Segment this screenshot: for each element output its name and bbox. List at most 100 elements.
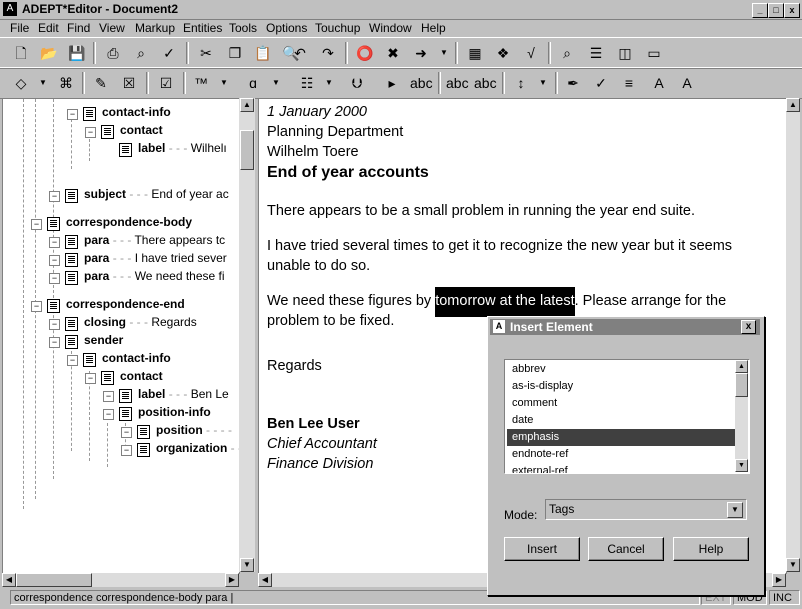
letter-date[interactable]: 1 January 2000 (267, 102, 367, 122)
collapse-toggle[interactable]: − (121, 445, 132, 456)
app-icon[interactable]: A (3, 2, 17, 16)
sender-organization[interactable]: Finance Division (267, 454, 373, 474)
scroll-thumb[interactable] (16, 573, 92, 587)
list-item[interactable]: comment (507, 395, 735, 412)
scroll-right-icon[interactable]: ▶ (225, 573, 239, 587)
tag-remove-icon[interactable]: ✖ (382, 42, 404, 64)
paste-icon[interactable]: 📋 (252, 42, 274, 64)
format-icon[interactable]: ≡ (618, 72, 640, 94)
document-view-icon[interactable]: ☰ (585, 42, 607, 64)
sender-position[interactable]: Chief Accountant (267, 434, 377, 454)
open-folder-icon[interactable]: 📂 (38, 42, 60, 64)
font-grow-icon[interactable]: A (648, 72, 670, 94)
graphic-icon[interactable]: ❖ (492, 42, 514, 64)
tree-node-para[interactable]: para - - - I have tried sever (84, 250, 227, 266)
checkbox-icon[interactable]: ☑ (155, 72, 177, 94)
collapse-toggle[interactable]: − (49, 273, 60, 284)
menu-options[interactable]: Options (266, 21, 307, 35)
letter-subject[interactable]: End of year accounts (267, 163, 429, 183)
validate-icon[interactable]: ⌘ (55, 72, 77, 94)
collapse-toggle[interactable]: − (121, 427, 132, 438)
entity-icon[interactable]: ™ (190, 72, 212, 94)
tree-node-label[interactable]: label - - - Wilhelı (138, 140, 227, 156)
tree-node-label[interactable]: label - - - Ben Le (138, 386, 229, 402)
letter-closing[interactable]: Regards (267, 356, 322, 376)
collapse-toggle[interactable]: − (67, 355, 78, 366)
spellcheck-icon[interactable]: ✓ (158, 42, 180, 64)
tag-view-icon[interactable]: ▭ (643, 42, 665, 64)
tree-node-closing[interactable]: closing - - - Regards (84, 314, 197, 330)
tree-node-sender[interactable]: sender (84, 332, 123, 348)
scroll-right-icon[interactable]: ▶ (772, 573, 786, 587)
collapse-toggle[interactable]: − (103, 409, 114, 420)
pencil-tag-icon[interactable]: ✎ (90, 72, 112, 94)
element-list[interactable]: abbrev as-is-display comment date emphas… (504, 359, 750, 474)
clear-icon[interactable]: ☒ (118, 72, 140, 94)
list-item-selected[interactable]: emphasis (507, 429, 735, 446)
redo-icon[interactable]: ↷ (317, 42, 339, 64)
tree-horizontal-scrollbar[interactable]: ◀ ▶ (2, 573, 239, 587)
selected-text[interactable]: tomorrow at the latest (435, 287, 575, 317)
tree-node-organization[interactable]: organization - - - (156, 440, 239, 456)
dialog-title-bar[interactable]: A Insert Element x (490, 319, 760, 335)
table-icon[interactable]: ▦ (464, 42, 486, 64)
close-button[interactable]: x (784, 3, 800, 18)
menu-markup[interactable]: Markup (135, 21, 175, 35)
collapse-toggle[interactable]: − (31, 219, 42, 230)
print-icon[interactable]: ⎙ (102, 42, 124, 64)
insert-marker-icon[interactable]: ▸ (381, 72, 403, 94)
menu-window[interactable]: Window (369, 21, 412, 35)
new-document-icon[interactable]: 🗋 (10, 42, 32, 64)
font-shrink-icon[interactable]: A (676, 72, 698, 94)
line-spacing-dropdown-icon[interactable]: ▼ (538, 72, 548, 94)
scroll-thumb[interactable] (240, 130, 254, 170)
collapse-toggle[interactable]: − (49, 237, 60, 248)
spell-abc-icon[interactable]: abc (446, 72, 469, 94)
list-item[interactable]: abbrev (507, 361, 735, 378)
collapse-toggle[interactable]: − (103, 391, 114, 402)
menu-file[interactable]: File (10, 21, 29, 35)
collapse-toggle[interactable]: − (49, 255, 60, 266)
copy-icon[interactable]: ❐ (224, 42, 246, 64)
split-view-icon[interactable]: ◫ (614, 42, 636, 64)
document-stack-icon[interactable]: ☷ (296, 72, 318, 94)
tree-node-correspondence-end[interactable]: correspondence-end (66, 296, 185, 312)
tree-node-para[interactable]: para - - - There appears tc (84, 232, 225, 248)
text-case-dropdown-icon[interactable]: ▼ (271, 72, 281, 94)
letter-department[interactable]: Planning Department (267, 122, 403, 142)
line-spacing-icon[interactable]: ↕ (510, 72, 532, 94)
list-item[interactable]: as-is-display (507, 378, 735, 395)
undo-icon[interactable]: ↶ (289, 42, 311, 64)
scroll-down-icon[interactable]: ▼ (735, 459, 748, 472)
sender-name[interactable]: Ben Lee User (267, 414, 360, 434)
menu-help[interactable]: Help (421, 21, 446, 35)
tree-node-position-info[interactable]: position-info (138, 404, 211, 420)
dialog-close-button[interactable]: x (741, 320, 756, 334)
tag-insert-icon[interactable]: ⭕ (354, 42, 376, 64)
tree-node-contact[interactable]: contact (120, 368, 163, 384)
scroll-up-icon[interactable]: ▲ (735, 360, 748, 373)
collapse-toggle[interactable]: − (85, 373, 96, 384)
preview-icon[interactable]: ⌕ (130, 42, 152, 64)
abc-block-icon[interactable]: abc (410, 72, 433, 94)
scroll-thumb[interactable] (735, 373, 748, 397)
mode-select[interactable]: Tags ▼ (545, 499, 747, 520)
collapse-toggle[interactable]: − (49, 191, 60, 202)
menu-view[interactable]: View (99, 21, 125, 35)
collapse-toggle[interactable]: − (49, 337, 60, 348)
menu-tools[interactable]: Tools (229, 21, 257, 35)
letter-paragraph-3[interactable]: We need these figures by tomorrow at the… (267, 287, 726, 317)
tag-change-icon[interactable]: ➜ (410, 42, 432, 64)
list-item[interactable]: external-ref (507, 463, 735, 473)
help-button[interactable]: Help (673, 537, 749, 561)
shapes-icon[interactable]: ◇ (10, 72, 32, 94)
save-icon[interactable]: 💾 (66, 42, 88, 64)
structure-tree-pane[interactable]: − contact-info − contact label - - - Wil… (2, 98, 240, 574)
tree-vertical-scrollbar[interactable]: ▲ ▼ (239, 98, 255, 572)
edit-pen-icon[interactable]: ✒ (562, 72, 584, 94)
menu-find[interactable]: Find (67, 21, 90, 35)
menu-edit[interactable]: Edit (38, 21, 59, 35)
spell-replace-icon[interactable]: abc (474, 72, 497, 94)
letter-paragraph-1[interactable]: There appears to be a small problem in r… (267, 201, 695, 221)
entity-dropdown-icon[interactable]: ▼ (219, 72, 229, 94)
